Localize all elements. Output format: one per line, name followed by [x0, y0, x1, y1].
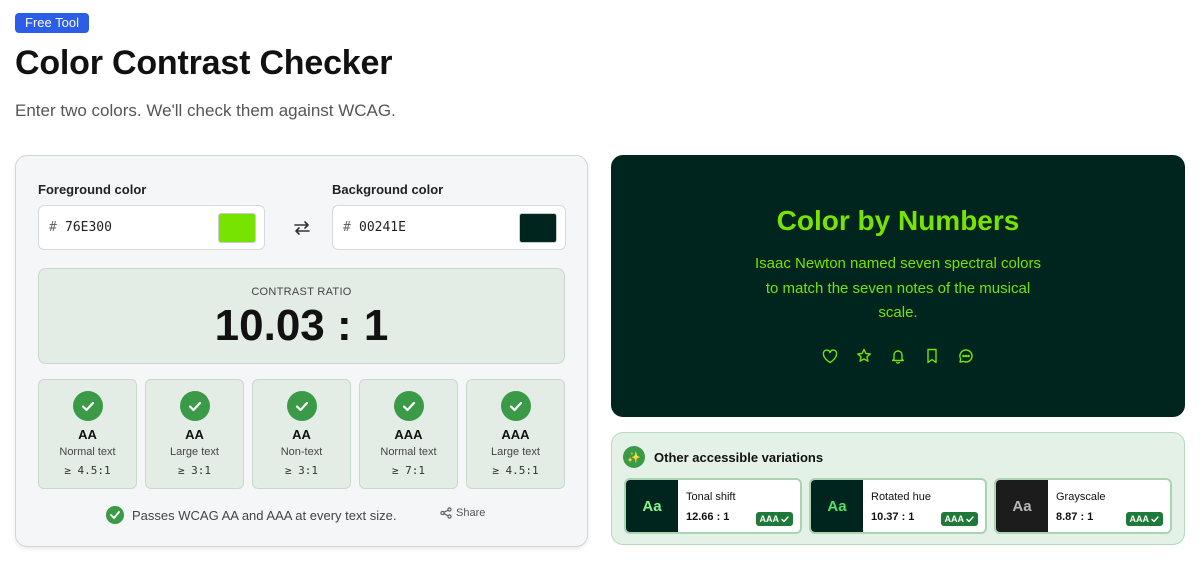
background-label: Background color	[332, 182, 444, 197]
foreground-field[interactable]: # 76E300	[38, 205, 265, 250]
preview-body: Isaac Newton named seven spectral colors…	[755, 255, 1041, 321]
page-title: Color Contrast Checker	[15, 44, 393, 82]
check-level: AA	[185, 427, 204, 442]
foreground-hash: #	[49, 220, 57, 235]
check-kind: Large text	[491, 446, 540, 458]
variation-badge: AAA	[1125, 512, 1163, 526]
check-kind: Normal text	[59, 446, 116, 458]
check-kind: Normal text	[380, 446, 437, 458]
pass-summary: Passes WCAG AA and AAA at every text siz…	[106, 505, 396, 525]
sparkles-icon: ✨	[623, 446, 645, 468]
chat-icon[interactable]	[956, 346, 976, 366]
background-field[interactable]: # 00241E	[332, 205, 566, 250]
contrast-ratio-panel: CONTRAST RATIO 10.03 : 1	[38, 268, 565, 364]
share-icon	[440, 507, 452, 519]
background-hash: #	[343, 220, 351, 235]
foreground-value[interactable]: 76E300	[65, 220, 112, 235]
variation-sample: Aa	[626, 480, 678, 532]
check-requirement: ≥ 3:1	[177, 464, 212, 477]
variation-card[interactable]: Aa Rotated hue 10.37 : 1 AAA	[809, 478, 987, 534]
check-circle-icon	[73, 391, 103, 421]
preview-icons	[820, 346, 980, 366]
pass-summary-text: Passes WCAG AA and AAA at every text siz…	[132, 507, 397, 523]
foreground-swatch[interactable]	[218, 213, 256, 243]
bookmark-icon[interactable]	[922, 346, 942, 366]
checker-card: Foreground color # 76E300 Background col…	[15, 155, 588, 547]
variation-sample: Aa	[811, 480, 863, 532]
background-value[interactable]: 00241E	[359, 220, 406, 235]
page-subtitle: Enter two colors. We'll check them again…	[15, 101, 396, 120]
wcag-check-card: AA Large text ≥ 3:1	[145, 379, 244, 489]
check-level: AAA	[501, 427, 530, 442]
background-swatch[interactable]	[519, 213, 557, 243]
check-circle-icon	[287, 391, 317, 421]
variation-ratio: 12.66 : 1	[686, 511, 730, 523]
check-circle-icon	[501, 391, 531, 421]
variation-name: Tonal shift	[686, 491, 736, 503]
variation-badge: AAA	[940, 512, 978, 526]
check-requirement: ≥ 4.5:1	[64, 464, 111, 477]
color-preview-card: Color by Numbers Isaac Newton named seve…	[611, 155, 1185, 417]
variation-name: Grayscale	[1056, 491, 1106, 503]
check-circle-icon	[394, 391, 424, 421]
contrast-ratio-value: 10.03 : 1	[214, 301, 389, 350]
check-circle-icon	[106, 506, 124, 524]
wcag-check-card: AA Normal text ≥ 4.5:1	[38, 379, 137, 489]
wcag-check-card: AAA Large text ≥ 4.5:1	[466, 379, 565, 489]
check-level: AAA	[394, 427, 423, 442]
bell-icon[interactable]	[888, 346, 908, 366]
variations-title: Other accessible variations	[654, 449, 824, 465]
variations-panel: ✨ Other accessible variations Aa Tonal sh…	[611, 432, 1185, 545]
variation-card[interactable]: Aa Grayscale 8.87 : 1 AAA	[994, 478, 1172, 534]
preview-title: Color by Numbers	[776, 205, 1020, 236]
contrast-ratio-label: CONTRAST RATIO	[251, 286, 352, 298]
check-kind: Non-text	[280, 446, 323, 458]
check-requirement: ≥ 3:1	[284, 464, 319, 477]
check-circle-icon	[180, 391, 210, 421]
free-tool-badge: Free Tool	[15, 13, 89, 33]
variation-name: Rotated hue	[871, 491, 931, 503]
foreground-label: Foreground color	[38, 182, 147, 197]
swap-arrows-icon[interactable]	[289, 216, 315, 240]
check-level: AA	[292, 427, 311, 442]
variation-ratio: 10.37 : 1	[871, 511, 915, 523]
heart-icon[interactable]	[820, 346, 840, 366]
check-level: AA	[78, 427, 97, 442]
variation-badge: AAA	[755, 512, 793, 526]
share-button[interactable]: Share	[440, 507, 485, 519]
check-kind: Large text	[170, 446, 219, 458]
variation-ratio: 8.87 : 1	[1056, 511, 1094, 523]
wcag-checks: AA Normal text ≥ 4.5:1 AA Large text ≥ 3:1 AA N…	[38, 379, 565, 489]
wcag-check-card: AAA Normal text ≥ 7:1	[359, 379, 458, 489]
star-icon[interactable]	[854, 346, 874, 366]
share-label: Share	[456, 507, 486, 519]
check-requirement: ≥ 4.5:1	[492, 464, 539, 477]
variation-card[interactable]: Aa Tonal shift 12.66 : 1 AAA	[624, 478, 802, 534]
check-requirement: ≥ 7:1	[391, 464, 426, 477]
wcag-check-card: AA Non-text ≥ 3:1	[252, 379, 351, 489]
variation-sample: Aa	[996, 480, 1048, 532]
